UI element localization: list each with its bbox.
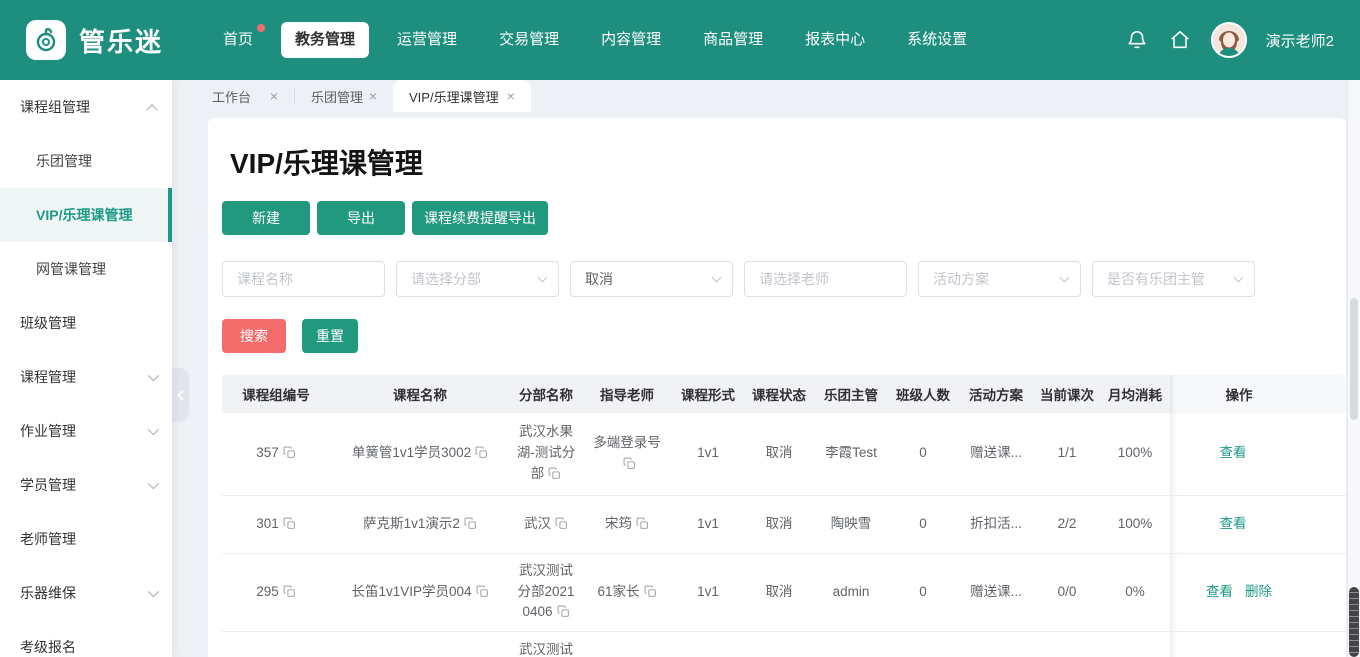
view-link[interactable]: 查看 xyxy=(1220,516,1247,531)
app-title: 管乐迷 xyxy=(79,22,163,59)
table-row: 291 中音萨克斯1v1学员10 武汉测试分部20210406 老师202 1v… xyxy=(222,631,1346,657)
page-title: VIP/乐理课管理 xyxy=(230,142,1332,182)
copy-icon[interactable] xyxy=(644,585,657,598)
nav-item-reports[interactable]: 报表中心 xyxy=(791,22,879,58)
sidebar-collapse-handle[interactable] xyxy=(172,368,189,422)
table-header-row: 课程组编号 课程名称 分部名称 指导老师 课程形式 课程状态 乐团主管 班级人数… xyxy=(222,375,1346,413)
col-band-manager: 乐团主管 xyxy=(814,375,888,413)
copy-icon[interactable] xyxy=(464,517,477,530)
sidebar-item-band-mgmt[interactable]: 乐团管理 xyxy=(0,134,172,188)
create-button[interactable]: 新建 xyxy=(222,201,310,235)
col-course-name: 课程名称 xyxy=(330,375,510,413)
nav-item-operations[interactable]: 运营管理 xyxy=(383,22,471,58)
renewal-reminder-export-button[interactable]: 课程续费提醒导出 xyxy=(412,201,548,235)
chevron-up-icon xyxy=(146,104,157,115)
nav-item-content[interactable]: 内容管理 xyxy=(587,22,675,58)
copy-icon[interactable] xyxy=(548,467,561,480)
sidebar-item-exam-registration[interactable]: 考级报名 xyxy=(0,620,172,657)
close-icon[interactable]: × xyxy=(270,89,278,103)
copy-icon[interactable] xyxy=(555,517,568,530)
sidebar-item-vip-theory[interactable]: VIP/乐理课管理 xyxy=(0,188,172,242)
chevron-down-icon xyxy=(148,424,159,435)
copy-icon[interactable] xyxy=(557,605,570,618)
filter-activity-select[interactable] xyxy=(918,261,1081,297)
export-button[interactable]: 导出 xyxy=(317,201,405,235)
close-icon[interactable]: × xyxy=(369,89,377,103)
chevron-left-icon xyxy=(177,390,187,400)
filter-teacher-select[interactable] xyxy=(744,261,907,297)
sidebar-item-online-course[interactable]: 网管课管理 xyxy=(0,242,172,296)
filter-course-name-input[interactable] xyxy=(222,261,385,297)
app-logo: 管乐迷 xyxy=(26,20,163,60)
col-teacher: 指导老师 xyxy=(582,375,672,413)
view-link[interactable]: 查看 xyxy=(1206,584,1233,599)
course-table: 课程组编号 课程名称 分部名称 指导老师 课程形式 课程状态 乐团主管 班级人数… xyxy=(222,375,1332,657)
close-icon[interactable]: × xyxy=(507,89,515,103)
copy-icon[interactable] xyxy=(636,517,649,530)
table-row: 295 长笛1v1VIP学员004 武汉测试分部20210406 61家长 1v… xyxy=(222,553,1346,631)
scrollbar-thumb-dark[interactable] xyxy=(1349,587,1359,657)
home-icon[interactable] xyxy=(1168,28,1192,52)
reset-button[interactable]: 重置 xyxy=(302,319,358,353)
sidebar-item-class-mgmt[interactable]: 班级管理 xyxy=(0,296,172,350)
col-class-size: 班级人数 xyxy=(888,375,958,413)
filter-status-select[interactable] xyxy=(570,261,733,297)
nav-item-settings[interactable]: 系统设置 xyxy=(893,22,981,58)
tab-band-mgmt[interactable]: 乐团管理× xyxy=(295,80,393,112)
col-activity-plan: 活动方案 xyxy=(958,375,1034,413)
avatar[interactable] xyxy=(1211,22,1247,58)
chevron-down-icon xyxy=(148,586,159,597)
table-row: 301 萨克斯1v1演示2 武汉 宋筠 1v1 取消 陶映雪 0 折扣活... … xyxy=(222,495,1346,553)
sidebar: 课程组管理 乐团管理 VIP/乐理课管理 网管课管理 班级管理 课程管理 作业管… xyxy=(0,80,172,657)
sidebar-item-instrument-maintenance[interactable]: 乐器维保 xyxy=(0,566,172,620)
copy-icon[interactable] xyxy=(283,517,296,530)
view-link[interactable]: 查看 xyxy=(1220,445,1247,460)
search-button[interactable]: 搜索 xyxy=(222,319,286,353)
scrollbar-thumb[interactable] xyxy=(1350,298,1358,420)
sidebar-item-course-mgmt[interactable]: 课程管理 xyxy=(0,350,172,404)
scrollbar-track[interactable] xyxy=(1347,80,1360,657)
page-card: VIP/乐理课管理 新建 导出 课程续费提醒导出 搜索 重置 xyxy=(208,118,1346,657)
nav-item-transactions[interactable]: 交易管理 xyxy=(485,22,573,58)
col-status: 课程状态 xyxy=(744,375,814,413)
filter-branch-select[interactable] xyxy=(396,261,559,297)
nav-item-home[interactable]: 首页 xyxy=(209,22,267,58)
col-form: 课程形式 xyxy=(672,375,744,413)
main-menu: 首页 教务管理 运营管理 交易管理 内容管理 商品管理 报表中心 系统设置 xyxy=(209,22,981,58)
sidebar-item-teachers[interactable]: 老师管理 xyxy=(0,512,172,566)
table-row: 357 单簧管1v1学员3002 武汉水果湖-测试分部 多端登录号 1v1 取消… xyxy=(222,413,1346,495)
nav-item-academic[interactable]: 教务管理 xyxy=(281,22,369,58)
tab-vip-theory[interactable]: VIP/乐理课管理× xyxy=(393,80,531,112)
top-navbar: 管乐迷 首页 教务管理 运营管理 交易管理 内容管理 商品管理 报表中心 系统设… xyxy=(0,0,1360,80)
copy-icon[interactable] xyxy=(623,457,636,470)
col-spacer xyxy=(1308,375,1346,413)
col-group-id: 课程组编号 xyxy=(222,375,330,413)
chevron-down-icon xyxy=(148,478,159,489)
nav-item-products[interactable]: 商品管理 xyxy=(689,22,777,58)
copy-icon[interactable] xyxy=(283,585,296,598)
sidebar-item-course-groups[interactable]: 课程组管理 xyxy=(0,80,172,134)
copy-icon[interactable] xyxy=(476,585,489,598)
sidebar-item-homework[interactable]: 作业管理 xyxy=(0,404,172,458)
chevron-down-icon xyxy=(148,370,159,381)
col-actions: 操作 xyxy=(1170,375,1308,413)
notification-dot xyxy=(257,24,265,32)
tab-workbench[interactable]: 工作台× xyxy=(196,80,294,112)
copy-icon[interactable] xyxy=(283,446,296,459)
logo-icon xyxy=(26,20,66,60)
filter-band-manager-select[interactable] xyxy=(1092,261,1255,297)
copy-icon[interactable] xyxy=(475,446,488,459)
delete-link[interactable]: 删除 xyxy=(1245,584,1272,599)
bell-icon[interactable] xyxy=(1125,28,1149,52)
col-monthly-consumption: 月均消耗 xyxy=(1100,375,1170,413)
col-current-session: 当前课次 xyxy=(1034,375,1100,413)
tab-bar: 工作台× 乐团管理× VIP/乐理课管理× xyxy=(172,80,1360,112)
current-user-name[interactable]: 演示老师2 xyxy=(1266,30,1334,51)
col-branch: 分部名称 xyxy=(510,375,582,413)
sidebar-item-students[interactable]: 学员管理 xyxy=(0,458,172,512)
